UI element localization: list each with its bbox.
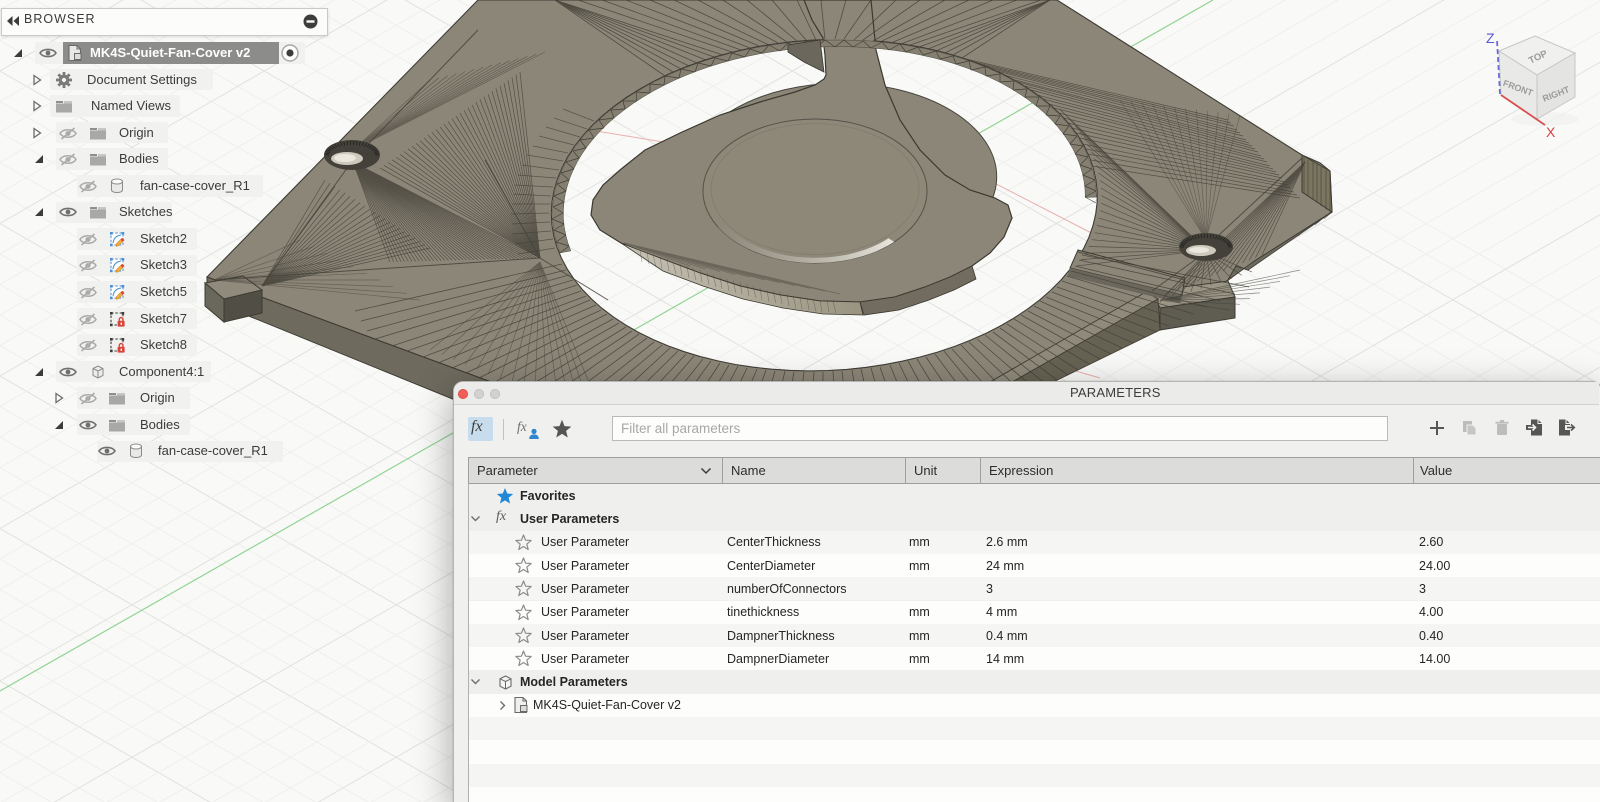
svg-text:Z: Z: [1486, 30, 1495, 46]
svg-text:X: X: [1546, 124, 1556, 140]
